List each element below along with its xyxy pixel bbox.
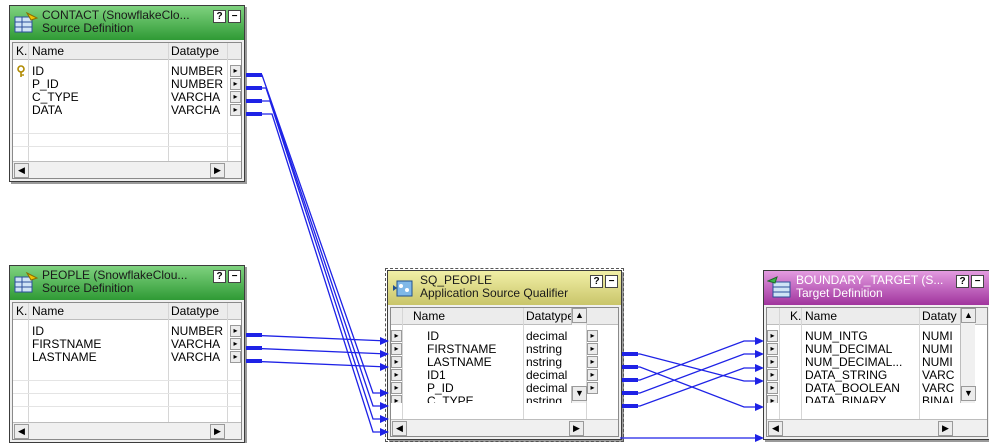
link-arrowhead	[755, 434, 764, 442]
link-handle	[246, 333, 262, 337]
link-handle	[246, 346, 262, 350]
link-arrowhead	[380, 389, 389, 397]
link-arrowhead	[380, 350, 389, 358]
link-line	[246, 360, 389, 368]
link-line	[246, 347, 389, 355]
link-arrowhead	[755, 337, 764, 345]
link-arrowhead	[755, 350, 764, 358]
link-handle	[246, 73, 262, 77]
link-handle	[622, 391, 638, 395]
link-handle	[622, 352, 638, 356]
link-handle	[246, 112, 262, 116]
link-line	[247, 100, 388, 420]
link-line	[247, 74, 388, 394]
link-line	[247, 113, 388, 433]
link-line	[246, 334, 389, 342]
port-link-lines	[246, 73, 764, 442]
link-arrowhead	[380, 415, 389, 423]
link-arrowhead	[755, 377, 764, 385]
mapping-canvas[interactable]: CONTACT (SnowflakeClo... Source Definiti…	[0, 0, 989, 443]
link-arrowhead	[380, 337, 389, 345]
link-handle	[622, 378, 638, 382]
link-handle	[622, 365, 638, 369]
link-arrowhead	[380, 363, 389, 371]
link-arrowhead	[380, 402, 389, 410]
link-arrowhead	[755, 364, 764, 372]
link-handle	[246, 359, 262, 363]
link-arrowhead	[380, 428, 389, 436]
link-handle	[622, 404, 638, 408]
link-handle	[246, 86, 262, 90]
link-handle	[246, 99, 262, 103]
link-arrowhead	[755, 403, 764, 411]
